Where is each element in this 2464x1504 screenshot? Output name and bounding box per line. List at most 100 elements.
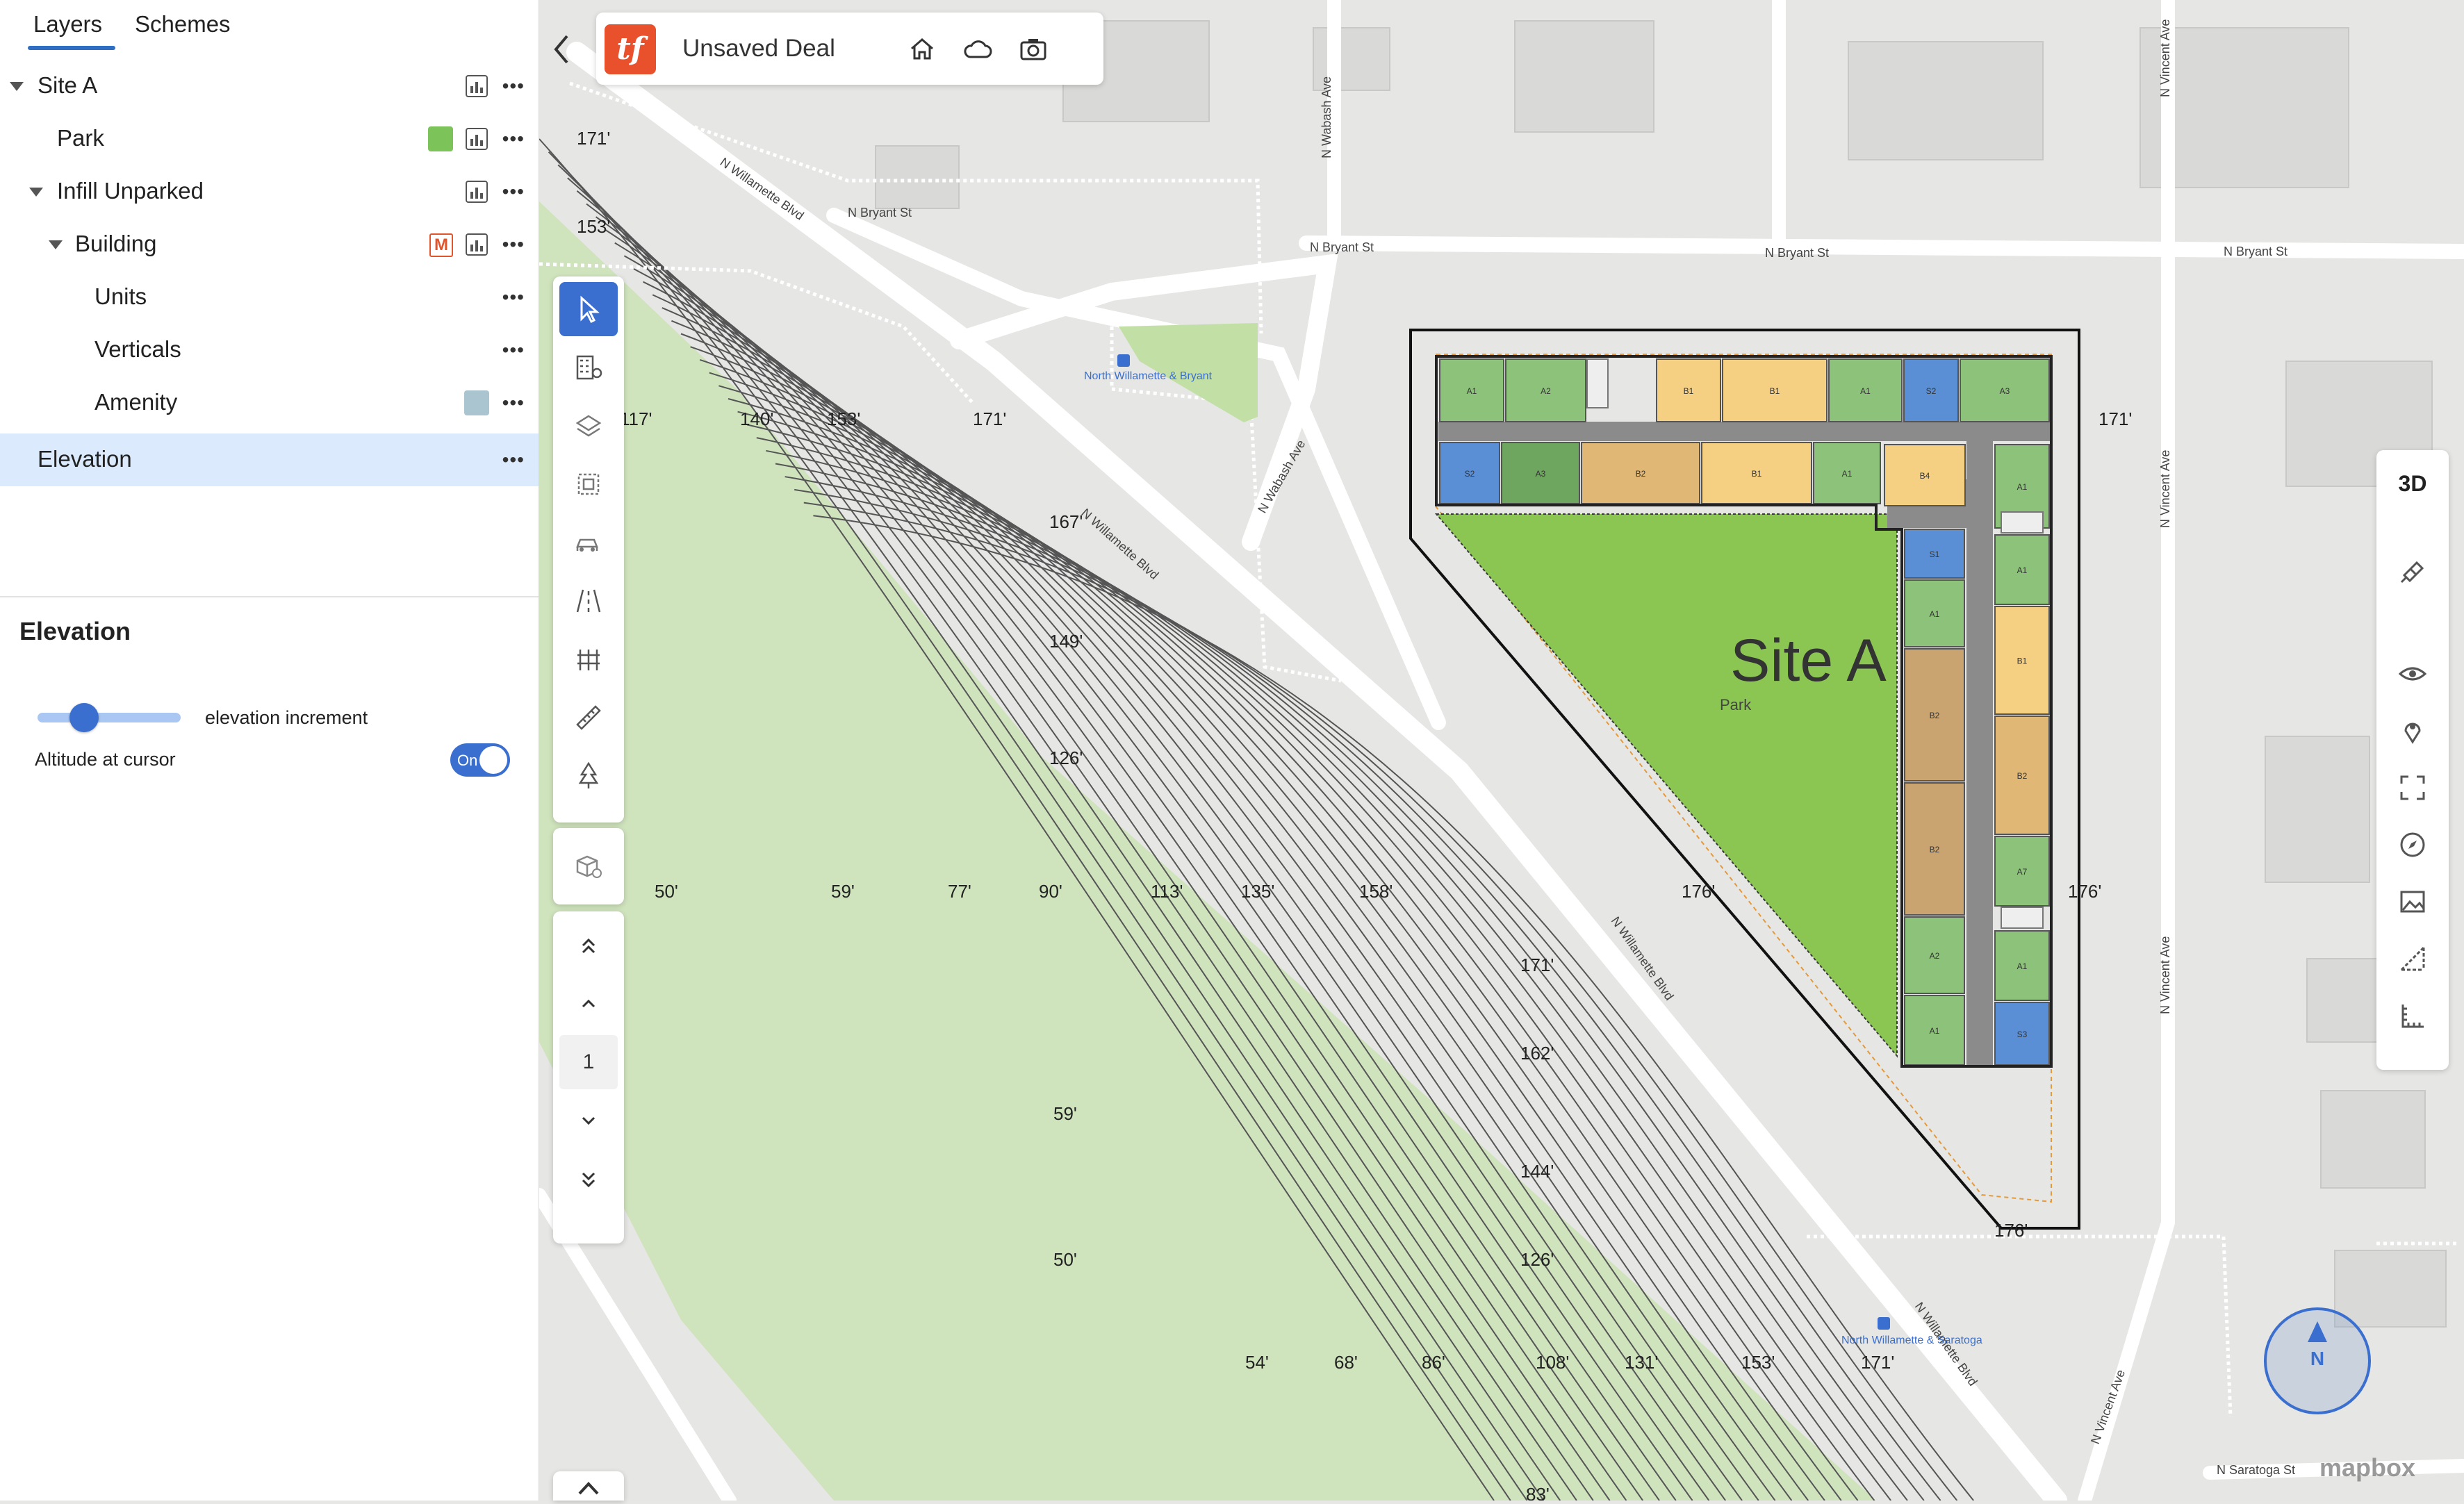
building-tool-button[interactable]	[559, 340, 618, 395]
bar-chart-icon[interactable]	[466, 233, 488, 256]
bottom-floor-button[interactable]	[559, 1152, 618, 1206]
more-options-icon[interactable]: •••	[502, 233, 525, 256]
model-badge[interactable]: M	[429, 233, 453, 257]
color-swatch[interactable]	[428, 126, 453, 151]
tree-item-label: Elevation	[38, 446, 132, 472]
tree-item-building[interactable]: Building M •••	[0, 218, 539, 271]
bar-chart-icon[interactable]	[466, 128, 488, 150]
more-options-icon[interactable]: •••	[502, 339, 525, 361]
unit-label: A7	[2017, 867, 2028, 877]
cloud-icon[interactable]	[960, 32, 995, 67]
more-options-icon[interactable]: •••	[502, 128, 525, 150]
tree-item-park[interactable]: Park •••	[0, 113, 539, 165]
mapbox-attribution[interactable]: mapbox	[2319, 1453, 2415, 1482]
select-arrow-icon	[580, 295, 600, 324]
location-pin-icon[interactable]	[2396, 714, 2429, 747]
active-tab-indicator	[28, 46, 115, 50]
street-label: N Bryant St	[2224, 245, 2288, 258]
ruler-scale-icon[interactable]	[2396, 999, 2429, 1032]
measure-tool-button[interactable]	[559, 691, 618, 745]
more-options-icon[interactable]: •••	[502, 75, 525, 97]
bar-chart-icon[interactable]	[466, 75, 488, 97]
contour-elevation-label: 131'	[1625, 1352, 1658, 1373]
color-swatch[interactable]	[464, 390, 489, 415]
fullscreen-icon[interactable]	[2396, 771, 2429, 804]
contour-elevation-label: 171'	[577, 128, 610, 149]
more-options-icon[interactable]: •••	[502, 449, 525, 471]
tree-tool-button[interactable]	[559, 749, 618, 803]
satellite-icon[interactable]	[2396, 554, 2429, 588]
tree-item-verticals[interactable]: Verticals •••	[0, 324, 539, 377]
unit-label: B1	[1770, 386, 1780, 396]
street-label: N Bryant St	[848, 206, 912, 220]
measure-icon[interactable]	[2396, 942, 2429, 975]
top-floor-button[interactable]	[559, 920, 618, 974]
altitude-toggle[interactable]: On	[450, 743, 510, 777]
floor-up-button[interactable]	[559, 977, 618, 1031]
contour-elevation-label: 77'	[948, 881, 971, 902]
contour-elevation-label: 149'	[1049, 631, 1083, 652]
chevron-down-icon	[582, 1116, 596, 1125]
tree-item-elevation[interactable]: Elevation •••	[0, 433, 539, 486]
contour-elevation-label: 167'	[1049, 511, 1083, 532]
compass-icon[interactable]	[2396, 828, 2429, 861]
tree-item-infill-unparked[interactable]: Infill Unparked •••	[0, 165, 539, 218]
unit-label: A2	[1930, 951, 1940, 961]
caret-down-icon[interactable]	[29, 188, 43, 197]
road-tool-button[interactable]	[559, 574, 618, 628]
unit-label: A1	[2017, 482, 2028, 492]
unit-label: A3	[1536, 469, 1546, 479]
collapse-panel-button[interactable]	[543, 25, 580, 74]
unit-label: A1	[1467, 386, 1477, 396]
deal-title[interactable]: Unsaved Deal	[682, 35, 835, 63]
elevation-increment-slider[interactable]	[38, 713, 181, 722]
slider-thumb[interactable]	[69, 703, 99, 732]
unit-label: A1	[1930, 1026, 1940, 1036]
contour-elevation-label: 59'	[1053, 1103, 1077, 1124]
floor-navigator: 1	[553, 911, 624, 1243]
select-tool-button[interactable]	[559, 282, 618, 336]
eye-icon[interactable]	[2396, 657, 2429, 691]
floor-down-button[interactable]	[559, 1093, 618, 1148]
slider-label: elevation increment	[205, 707, 368, 728]
chevron-up-icon	[582, 999, 596, 1008]
more-options-icon[interactable]: •••	[502, 181, 525, 203]
unit-label: A3	[2000, 386, 2010, 396]
fence-tool-button[interactable]	[559, 632, 618, 686]
caret-down-icon[interactable]	[49, 240, 63, 249]
layers-tool-button[interactable]	[559, 399, 618, 453]
caret-down-icon[interactable]	[10, 82, 24, 91]
expand-bottom-button[interactable]	[553, 1471, 624, 1501]
tree-item-amenity[interactable]: Amenity •••	[0, 377, 539, 429]
add-block-button[interactable]	[559, 839, 618, 893]
massing-tool-button[interactable]	[559, 457, 618, 511]
image-icon[interactable]	[2396, 885, 2429, 918]
app-logo[interactable]: tf	[605, 24, 656, 74]
tab-schemes[interactable]: Schemes	[135, 11, 231, 38]
home-icon[interactable]	[905, 32, 939, 67]
tree-item-site-a[interactable]: Site A •••	[0, 60, 539, 113]
bar-chart-icon[interactable]	[466, 181, 488, 203]
more-options-icon[interactable]: •••	[502, 286, 525, 308]
contour-elevation-label: 113'	[1151, 881, 1183, 902]
tree-item-label: Units	[95, 283, 147, 309]
north-compass[interactable]: N	[2264, 1307, 2371, 1414]
contour-elevation-label: 135'	[1241, 881, 1274, 902]
parking-tool-button[interactable]	[559, 515, 618, 570]
floor-number[interactable]: 1	[559, 1035, 618, 1089]
street-label: N Bryant St	[1765, 246, 1829, 260]
tree-item-label: Site A	[38, 72, 98, 98]
layers-panel: Layers Schemes Site A ••• Park ••• Infil…	[0, 0, 539, 1501]
toggle-3d-button[interactable]: 3D	[2376, 457, 2449, 510]
camera-icon[interactable]	[1016, 32, 1051, 67]
unit-label: B1	[1684, 386, 1694, 396]
unit-label: A1	[1842, 469, 1853, 479]
tab-layers[interactable]: Layers	[33, 11, 102, 38]
street-label: N Vincent Ave	[2158, 450, 2172, 528]
site-label: Site A	[1730, 627, 1887, 694]
north-arrow-icon	[2308, 1321, 2327, 1342]
more-options-icon[interactable]: •••	[502, 392, 525, 414]
tree-item-units[interactable]: Units •••	[0, 271, 539, 324]
chevron-up-icon	[578, 1482, 599, 1495]
app-root: A1 A2 B1 B1 A1 S2 A3 S2 A3 B2 B1 A1 B4 A1 S1 A1 A1 B1 B2 B2…	[0, 0, 2464, 1501]
